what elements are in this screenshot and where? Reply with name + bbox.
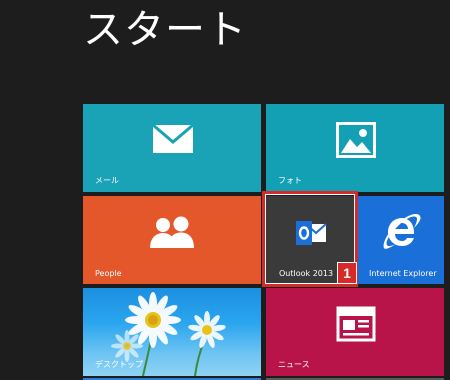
tile-photo-label: フォト bbox=[278, 176, 302, 185]
tile-news-label: ニュース bbox=[278, 360, 310, 369]
tile-outlook-label: Outlook 2013 bbox=[279, 269, 334, 278]
tile-news[interactable]: ニュース bbox=[266, 288, 444, 376]
mail-icon bbox=[152, 124, 194, 153]
news-icon bbox=[336, 306, 376, 342]
photo-icon bbox=[336, 122, 376, 158]
page-title: スタート bbox=[83, 7, 247, 53]
outlook-icon bbox=[296, 221, 327, 245]
step-number-badge: 1 bbox=[337, 262, 357, 284]
tile-ie-label: Internet Explorer bbox=[369, 269, 437, 278]
tile-mail[interactable]: メール bbox=[83, 104, 261, 192]
tile-desktop-label: デスクトップ bbox=[95, 360, 143, 369]
tile-people-label: People bbox=[95, 269, 122, 278]
tile-desktop[interactable]: デスクトップ bbox=[83, 288, 261, 376]
tile-photo[interactable]: フォト bbox=[266, 104, 444, 192]
internet-explorer-icon bbox=[383, 214, 421, 249]
tile-internet-explorer[interactable]: Internet Explorer bbox=[358, 196, 444, 284]
people-icon bbox=[150, 216, 194, 248]
tile-mail-label: メール bbox=[95, 176, 119, 185]
tile-people[interactable]: People bbox=[83, 196, 261, 284]
